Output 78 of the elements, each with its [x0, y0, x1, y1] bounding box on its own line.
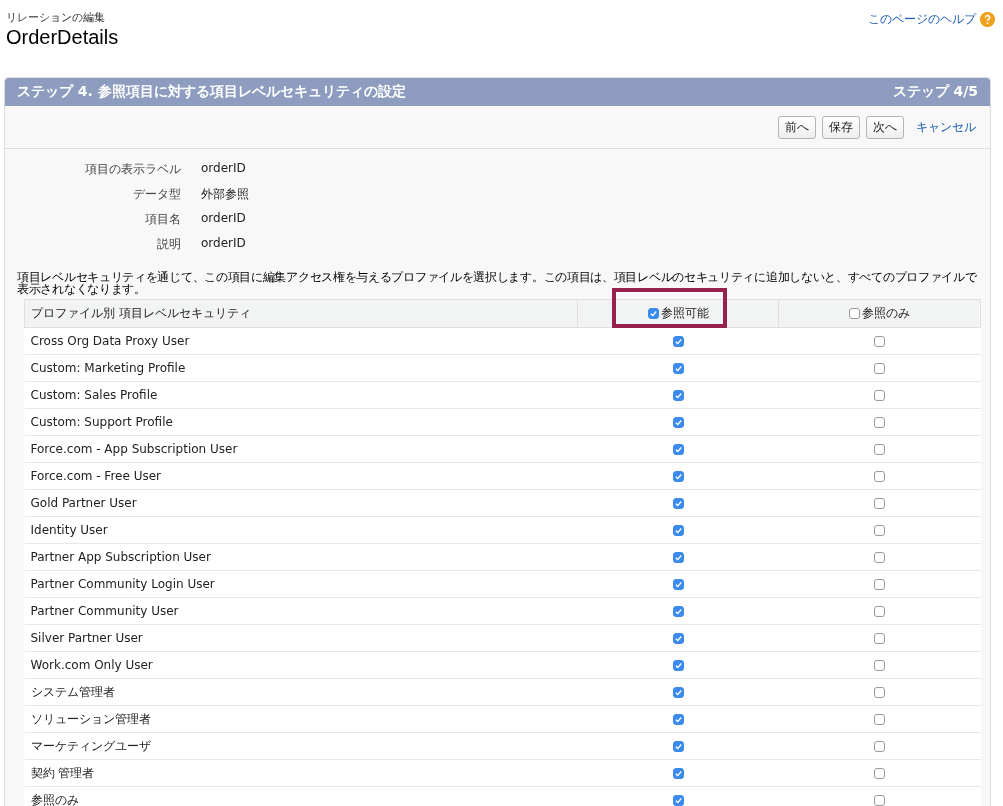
profile-name: Partner Community User: [30, 604, 179, 618]
profile-name: Custom: Marketing Profile: [30, 361, 186, 375]
profile-name: Custom: Sales Profile: [30, 388, 158, 402]
read-only-checkbox[interactable]: [874, 633, 886, 644]
field-value: orderID: [201, 161, 247, 177]
read-only-checkbox[interactable]: [874, 444, 886, 455]
profile-name: Partner Community Login User: [30, 577, 215, 591]
field-label: 項目名: [144, 211, 181, 228]
read-only-checkbox[interactable]: [874, 687, 886, 698]
visible-checkbox[interactable]: [672, 444, 684, 455]
read-only-checkbox[interactable]: [874, 795, 886, 806]
profile-name: Custom: Support Profile: [30, 415, 173, 429]
read-only-checkbox[interactable]: [874, 660, 886, 671]
visible-checkbox[interactable]: [672, 552, 684, 563]
visible-checkbox[interactable]: [672, 498, 684, 509]
page-title: OrderDetails: [6, 26, 119, 49]
step-title: ステップ 4. 参照項目に対する項目レベルセキュリティの設定: [17, 83, 406, 101]
read-only-checkbox[interactable]: [874, 741, 886, 752]
visible-checkbox[interactable]: [672, 525, 684, 536]
read-only-checkbox[interactable]: [874, 768, 886, 779]
step-button[interactable]: 保存: [822, 115, 860, 139]
profile-name: Silver Partner User: [30, 631, 143, 645]
visible-checkbox[interactable]: [672, 795, 684, 806]
field-value: 外部参照: [201, 186, 249, 203]
step-counter: ステップ 4/5: [892, 83, 978, 101]
read-only-checkbox[interactable]: [874, 336, 886, 347]
column-header: プロファイル別 項目レベルセキュリティ: [31, 306, 251, 320]
read-only-checkbox[interactable]: [874, 606, 886, 617]
visible-checkbox[interactable]: [672, 633, 684, 644]
visible-checkbox[interactable]: [672, 579, 684, 590]
field-label: 項目の表示ラベル: [84, 161, 181, 178]
field-label: データ型: [132, 186, 181, 203]
help-icon[interactable]: [980, 11, 995, 27]
read-only-checkbox[interactable]: [874, 390, 886, 401]
breadcrumb: リレーションの編集: [6, 10, 106, 25]
step-button[interactable]: 次へ: [866, 115, 904, 139]
profile-name: Force.com - App Subscription User: [30, 442, 238, 456]
help-link[interactable]: このページのヘルプ: [868, 10, 976, 28]
profile-name: 参照のみ: [30, 792, 79, 806]
profile-name: 契約 管理者: [30, 765, 95, 780]
field-value: orderID: [201, 211, 247, 227]
read-only-checkbox[interactable]: [874, 417, 886, 428]
select-all-checkbox[interactable]: [647, 308, 659, 319]
read-only-checkbox[interactable]: [874, 579, 886, 590]
visible-checkbox[interactable]: [672, 471, 684, 482]
visible-checkbox[interactable]: [672, 768, 684, 779]
profile-name: システム管理者: [30, 684, 115, 699]
profile-name: Force.com - Free User: [30, 469, 161, 483]
visible-checkbox[interactable]: [672, 741, 684, 752]
profile-name: Work.com Only User: [30, 658, 153, 672]
visible-checkbox[interactable]: [672, 687, 684, 698]
visible-checkbox[interactable]: [672, 363, 684, 374]
read-only-checkbox[interactable]: [874, 552, 886, 563]
profile-name: Partner App Subscription User: [30, 550, 211, 564]
select-all-checkbox[interactable]: [849, 308, 861, 319]
column-header: 参照のみ: [862, 305, 911, 322]
visible-checkbox[interactable]: [672, 660, 684, 671]
profile-name: マーケティングユーザ: [30, 738, 151, 753]
column-header: 参照可能: [660, 305, 709, 322]
read-only-checkbox[interactable]: [874, 471, 886, 482]
field-label: 説明: [156, 236, 181, 253]
visible-checkbox[interactable]: [672, 390, 684, 401]
visible-checkbox[interactable]: [672, 417, 684, 428]
read-only-checkbox[interactable]: [874, 525, 886, 536]
profile-name: Gold Partner User: [30, 496, 137, 510]
step-button[interactable]: 前へ: [778, 115, 816, 139]
read-only-checkbox[interactable]: [874, 498, 886, 509]
visible-checkbox[interactable]: [672, 606, 684, 617]
cancel-link[interactable]: キャンセル: [916, 118, 976, 136]
visible-checkbox[interactable]: [672, 336, 684, 347]
field-value: orderID: [201, 236, 247, 252]
read-only-checkbox[interactable]: [874, 363, 886, 374]
visible-checkbox[interactable]: [672, 714, 684, 725]
instructions: 項目レベルセキュリティを通じて、この項目に編集アクセス権を与えるプロファイルを選択します。この項目は、項目レベルのセキュリティに追加しないと、すべてのプロファイルで表示されなくなります。: [17, 271, 978, 295]
read-only-checkbox[interactable]: [874, 714, 886, 725]
profile-name: Identity User: [30, 523, 108, 537]
profile-name: Cross Org Data Proxy User: [30, 334, 190, 348]
profile-name: ソリューション管理者: [30, 711, 151, 726]
